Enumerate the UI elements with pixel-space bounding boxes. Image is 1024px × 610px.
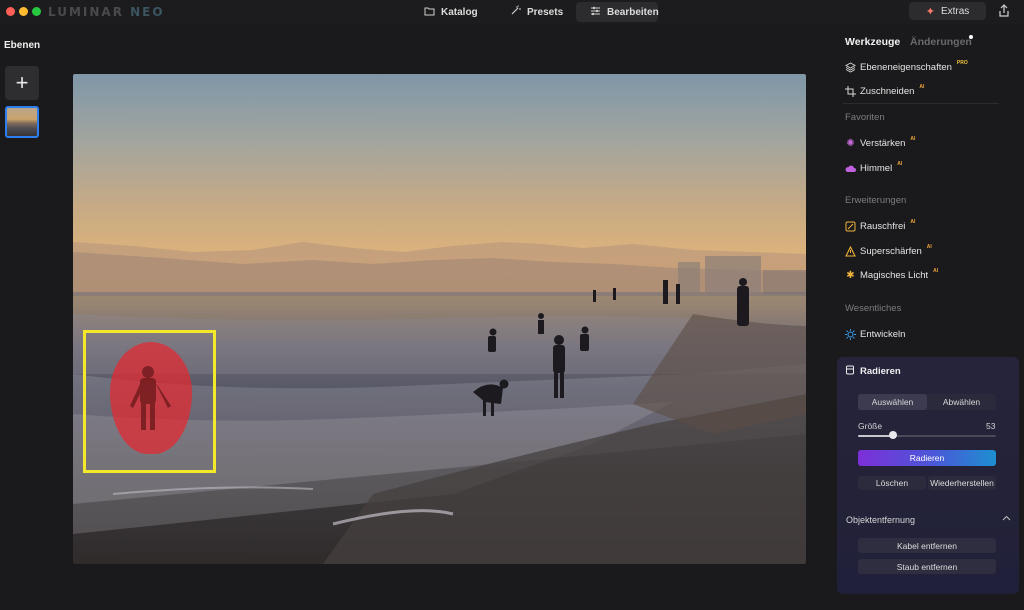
- pro-badge: PRO: [956, 60, 968, 66]
- tool-entwickeln-label: Entwickeln: [860, 328, 906, 340]
- segment-abwaehlen[interactable]: Abwählen: [927, 394, 996, 410]
- nav-bearbeiten[interactable]: Bearbeiten: [576, 2, 659, 22]
- layers-title: Ebenen: [4, 40, 41, 51]
- nav-katalog[interactable]: Katalog: [410, 2, 488, 22]
- photo-scene: [73, 242, 806, 564]
- changes-indicator-dot: [969, 35, 973, 39]
- light-icon: ✱: [846, 269, 855, 281]
- zoom-window-button[interactable]: [32, 7, 41, 16]
- nav-bearbeiten-label: Bearbeiten: [607, 6, 659, 18]
- tool-ebeneneigenschaften[interactable]: Ebeneneigenschaften PRO: [845, 60, 968, 74]
- close-window-button[interactable]: [6, 7, 15, 16]
- sliders-icon: [590, 6, 601, 19]
- cloud-icon: [845, 163, 856, 174]
- nav-presets-label: Presets: [527, 6, 564, 18]
- section-favoriten: Favoriten: [845, 112, 885, 123]
- add-layer-button[interactable]: +: [5, 66, 39, 100]
- layer-thumbnail[interactable]: [5, 106, 39, 138]
- size-value: 53: [986, 421, 996, 431]
- ai-badge: AI: [926, 244, 932, 250]
- section-wesentliches: Wesentliches: [845, 303, 902, 314]
- panel-divider: [843, 103, 999, 104]
- title-bar: LUMINAR NEO Katalog Presets Bearbeiten ✦…: [0, 0, 1024, 24]
- tab-aenderungen[interactable]: Änderungen: [910, 36, 972, 48]
- size-slider-fill: [858, 435, 893, 437]
- tool-superschaerfen-label: Superschärfen: [860, 245, 922, 257]
- photo-canvas[interactable]: [73, 74, 806, 564]
- ai-badge: AI: [919, 84, 925, 90]
- size-label: Größe: [858, 421, 883, 431]
- object-removal-title[interactable]: Objektentfernung: [846, 515, 915, 525]
- tool-entwickeln[interactable]: Entwickeln: [845, 327, 905, 341]
- layers-stack-icon: [845, 61, 856, 73]
- noise-icon: [845, 221, 856, 232]
- clear-button[interactable]: Löschen: [858, 476, 926, 490]
- tab-werkzeuge[interactable]: Werkzeuge: [845, 36, 900, 48]
- share-icon[interactable]: [996, 3, 1012, 19]
- remove-dust-button[interactable]: Staub entfernen: [858, 559, 996, 574]
- size-slider-track[interactable]: [858, 435, 996, 437]
- ai-badge: AI: [910, 136, 916, 142]
- erase-panel-title-label: Radieren: [860, 366, 901, 377]
- extras-sparkle-icon: ✦: [925, 5, 935, 18]
- size-slider-thumb[interactable]: [888, 431, 897, 439]
- tool-zuschneiden-label: Zuschneiden: [860, 85, 915, 97]
- remove-cable-button[interactable]: Kabel entfernen: [858, 538, 996, 553]
- select-mode-segmented-control: Auswählen Abwählen: [858, 394, 996, 410]
- extras-button[interactable]: ✦ Extras: [909, 2, 986, 20]
- ai-badge: AI: [897, 161, 903, 167]
- erase-panel-title[interactable]: Radieren: [845, 365, 901, 378]
- plus-icon: +: [15, 70, 29, 95]
- tool-himmel[interactable]: Himmel AI: [845, 161, 902, 175]
- restore-button[interactable]: Wiederherstellen: [928, 476, 996, 490]
- magic-wand-icon: [510, 5, 521, 19]
- minimize-window-button[interactable]: [19, 7, 28, 16]
- tool-superschaerfen[interactable]: Superschärfen AI: [845, 244, 932, 258]
- triangle-icon: [845, 245, 856, 257]
- nav-presets[interactable]: Presets: [496, 2, 568, 22]
- tool-rauschfrei-label: Rauschfrei: [860, 220, 906, 232]
- chevron-up-icon[interactable]: [1002, 513, 1011, 523]
- segment-auswaehlen[interactable]: Auswählen: [858, 394, 927, 410]
- section-erweiterungen: Erweiterungen: [845, 195, 907, 206]
- tool-rauschfrei[interactable]: Rauschfrei AI: [845, 219, 915, 233]
- eraser-icon: [845, 365, 855, 378]
- extras-label: Extras: [940, 5, 970, 17]
- erase-button[interactable]: Radieren: [858, 450, 996, 466]
- sparkle-icon: ✺: [846, 137, 855, 149]
- tool-ebeneneigenschaften-label: Ebeneneigenschaften: [860, 61, 952, 73]
- ai-badge: AI: [910, 219, 916, 225]
- app-logo: LUMINAR NEO: [48, 5, 165, 19]
- tool-zuschneiden[interactable]: Zuschneiden AI: [845, 84, 924, 98]
- tool-himmel-label: Himmel: [860, 162, 893, 174]
- ai-badge: AI: [933, 268, 939, 274]
- tool-magisches-licht-label: Magisches Licht: [860, 269, 929, 281]
- crop-icon: [845, 85, 856, 97]
- nav-katalog-label: Katalog: [441, 6, 478, 18]
- tool-verstaerken[interactable]: ✺ Verstärken AI: [845, 136, 915, 150]
- sun-icon: [845, 328, 856, 340]
- tool-magisches-licht[interactable]: ✱ Magisches Licht AI: [845, 268, 938, 282]
- folder-icon: [424, 6, 435, 19]
- selection-rectangle[interactable]: [83, 330, 216, 473]
- tool-verstaerken-label: Verstärken: [860, 137, 906, 149]
